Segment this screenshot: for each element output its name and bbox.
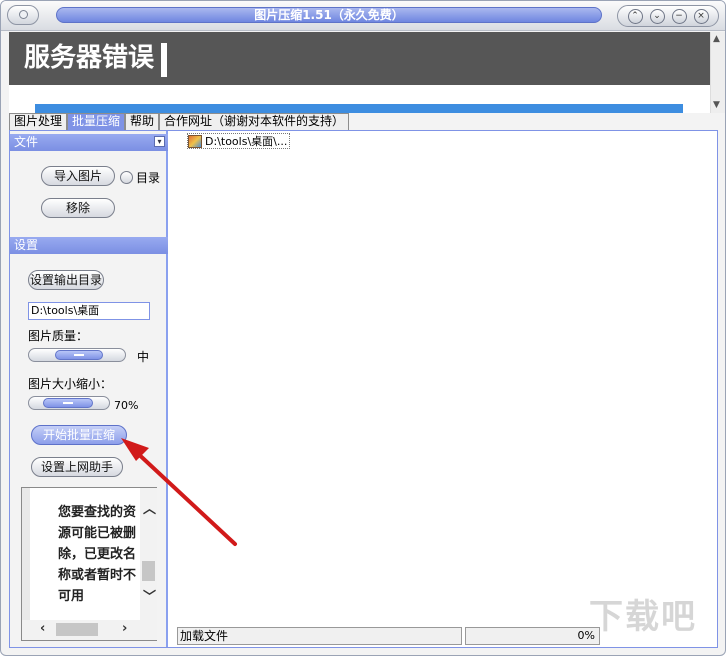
ad-horizontal-scrollbar[interactable]: ‹ › xyxy=(22,620,157,640)
title-bar[interactable]: 图片压缩1.51（永久免费） ⌃ ⌄ − × xyxy=(1,1,725,31)
ad-text-box: 您要查找的资源可能已被删除，已更改名称或者暂时不可用 ︿ ﹀ ‹ › xyxy=(21,487,157,641)
scroll-down-arrow-icon[interactable]: ▼ xyxy=(713,100,720,110)
size-reduce-slider[interactable] xyxy=(28,396,110,410)
menu-dot-icon xyxy=(19,10,28,19)
quality-slider[interactable] xyxy=(28,348,126,362)
chevron-right-icon[interactable]: › xyxy=(122,621,127,636)
directory-radio[interactable] xyxy=(120,171,133,184)
ad-vertical-scrollbar[interactable]: ︿ ﹀ xyxy=(140,488,157,620)
chevron-up-icon[interactable]: ︿ xyxy=(143,498,156,517)
remove-button[interactable]: 移除 xyxy=(41,198,115,218)
tab-batch-compress[interactable]: 批量压缩 xyxy=(67,113,126,130)
settings-section-title: 设置 xyxy=(14,238,39,252)
scroll-up-arrow-icon[interactable]: ▲ xyxy=(713,34,720,44)
status-message: 加载文件 xyxy=(177,627,462,645)
ad-vscroll-thumb[interactable] xyxy=(142,561,155,581)
image-file-icon xyxy=(188,134,202,148)
list-item[interactable]: D:\tools\桌面\... xyxy=(187,133,291,149)
file-section-header[interactable]: 文件 ▾ xyxy=(10,134,168,151)
tab-image-processing[interactable]: 图片处理 xyxy=(9,113,68,130)
quality-label: 图片质量： xyxy=(28,329,89,343)
embedded-web-area: 服务器错误 xyxy=(9,32,710,113)
size-slider-thumb[interactable] xyxy=(43,398,93,408)
text-cursor xyxy=(161,43,167,77)
scroll-down-button[interactable]: ⌄ xyxy=(649,8,665,24)
size-reduce-label: 图片大小缩小： xyxy=(28,377,113,391)
import-images-button[interactable]: 导入图片 xyxy=(41,166,115,186)
output-dir-field[interactable]: D:\tools\桌面 xyxy=(28,302,150,320)
watermark-logo: 下载吧 xyxy=(589,597,697,637)
ad-hscroll-thumb[interactable] xyxy=(56,623,98,636)
web-vertical-scrollbar[interactable]: ▲ ▼ xyxy=(710,32,725,113)
set-web-assistant-button[interactable]: 设置上网助手 xyxy=(31,457,123,477)
window-menu-button[interactable] xyxy=(7,5,39,25)
set-output-dir-button[interactable]: 设置输出目录 xyxy=(28,270,104,290)
file-path: D:\tools\桌面\... xyxy=(205,135,288,148)
ad-message: 您要查找的资源可能已被删除，已更改名称或者暂时不可用 xyxy=(22,488,140,620)
file-list-area[interactable]: D:\tools\桌面\... xyxy=(175,131,716,625)
chevron-left-icon[interactable]: ‹ xyxy=(40,621,45,636)
window-title: 图片压缩1.51（永久免费） xyxy=(56,7,602,23)
error-text: 服务器错误 xyxy=(24,43,155,73)
close-button[interactable]: × xyxy=(693,8,709,24)
web-blue-bar xyxy=(35,104,683,113)
left-panel: 文件 ▾ 导入图片 目录 移除 设置 设置输出目录 D:\tools\桌面 图片… xyxy=(10,131,168,647)
app-window: 图片压缩1.51（永久免费） ⌃ ⌄ − × 服务器错误 ▲ ▼ 图片处理 批量… xyxy=(0,0,726,656)
settings-section-header: 设置 xyxy=(10,237,168,254)
chevron-down-icon[interactable]: ▾ xyxy=(154,136,165,147)
progress-percent: 0% xyxy=(465,627,600,645)
main-tabs: 图片处理 批量压缩 帮助 合作网址（谢谢对本软件的支持） xyxy=(9,113,350,130)
quality-slider-thumb[interactable] xyxy=(55,350,103,360)
size-reduce-value: 70% xyxy=(114,399,139,412)
scroll-up-button[interactable]: ⌃ xyxy=(627,8,643,24)
minimize-button[interactable]: − xyxy=(671,8,687,24)
start-batch-compress-button[interactable]: 开始批量压缩 xyxy=(31,425,127,445)
quality-value: 中 xyxy=(137,350,150,364)
file-section-title: 文件 xyxy=(14,135,39,149)
tab-partner-sites[interactable]: 合作网址（谢谢对本软件的支持） xyxy=(159,113,350,130)
chevron-down-icon[interactable]: ﹀ xyxy=(143,586,156,605)
tab-help[interactable]: 帮助 xyxy=(125,113,160,130)
error-banner: 服务器错误 xyxy=(9,32,710,85)
window-controls: ⌃ ⌄ − × xyxy=(617,5,719,27)
directory-radio-label: 目录 xyxy=(136,171,161,185)
